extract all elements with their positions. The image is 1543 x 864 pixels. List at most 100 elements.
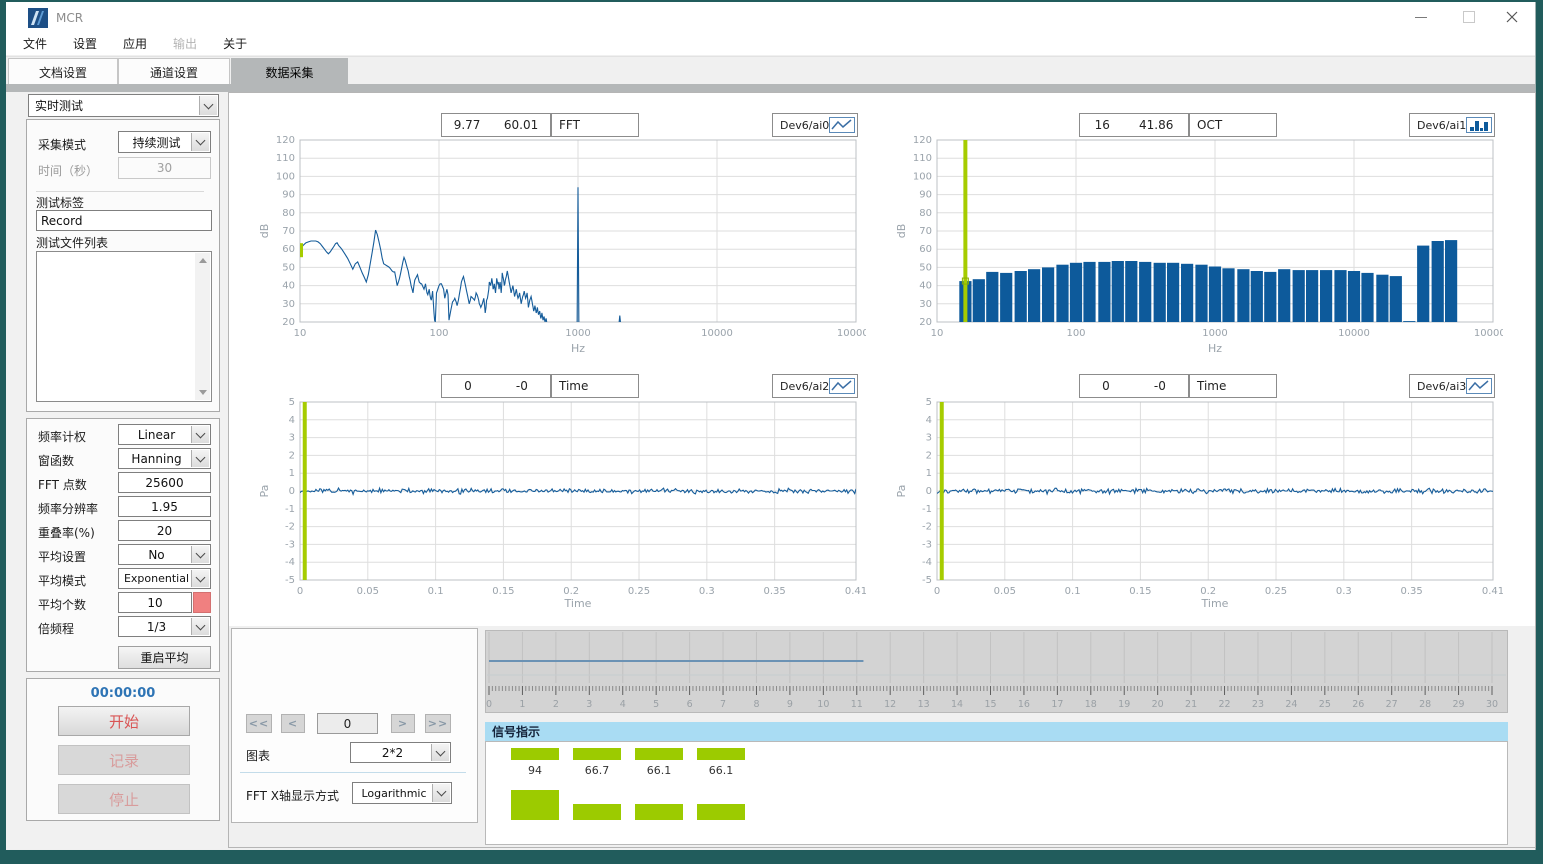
svg-text:1000: 1000 (565, 328, 590, 339)
minimize-button[interactable] (1398, 2, 1444, 32)
average-count-input[interactable] (118, 592, 192, 613)
chevron-down-icon (191, 133, 209, 151)
scroll-down-button[interactable] (195, 385, 210, 400)
tab-data-acquisition[interactable]: 数据采集 (231, 58, 348, 85)
acq-mode-label: 采集模式 (38, 136, 86, 153)
fft-cursor-readout: 9.7760.01 (441, 113, 551, 137)
svg-text:0.41: 0.41 (1482, 586, 1503, 597)
svg-text:60: 60 (919, 244, 932, 255)
maximize-button[interactable] (1446, 2, 1492, 32)
svg-text:27: 27 (1386, 699, 1398, 710)
fft-x-axis-label: FFT X轴显示方式 (246, 787, 339, 804)
time2-channel-box[interactable]: Dev6/ai2 (772, 374, 858, 398)
time-label: 时间（秒） (38, 162, 98, 179)
oct-channel-box[interactable]: Dev6/ai1 (1409, 113, 1495, 137)
svg-text:0.05: 0.05 (994, 586, 1016, 597)
nav-last-button[interactable]: >> (425, 714, 451, 733)
triangle-down-icon (199, 390, 207, 395)
restart-average-button[interactable]: 重启平均 (118, 646, 211, 669)
window-title: MCR (56, 11, 83, 25)
svg-text:120: 120 (276, 135, 295, 146)
svg-text:80: 80 (919, 208, 932, 219)
nav-separator (240, 772, 466, 773)
time-chart-ai3[interactable]: -5-4-3-2-101234500.050.10.150.20.250.30.… (893, 397, 1503, 619)
tab-channel-settings[interactable]: 通道设置 (118, 58, 230, 85)
chevron-down-icon (191, 570, 209, 587)
svg-text:0: 0 (289, 486, 295, 497)
fft-points-input[interactable] (118, 472, 211, 493)
svg-text:100: 100 (1066, 328, 1085, 339)
octave-select[interactable]: 1/3 (118, 616, 211, 637)
nav-next-button[interactable]: > (391, 714, 415, 733)
test-file-list[interactable] (36, 251, 212, 402)
svg-text:Pa: Pa (895, 485, 908, 498)
signal-level-value: 66.7 (573, 764, 621, 777)
svg-text:40: 40 (919, 281, 932, 292)
octave-chart[interactable]: 2030405060708090100110120101001000100001… (893, 135, 1503, 364)
time-chart-ai2[interactable]: -5-4-3-2-101234500.050.10.150.20.250.30.… (256, 397, 866, 619)
window-function-select[interactable]: Hanning (118, 448, 211, 469)
time3-channel-box[interactable]: Dev6/ai3 (1409, 374, 1495, 398)
fft-x-axis-select[interactable]: Logarithmic (352, 782, 452, 804)
fft-chart[interactable]: 2030405060708090100110120101001000100001… (256, 135, 866, 364)
application-root: MCR 文件 设置 应用 输出 关于 文档设置 通道设置 数据采集 实时测试 采… (0, 0, 1543, 864)
nav-first-button[interactable]: << (246, 714, 272, 733)
time2-title-box[interactable]: Time (551, 374, 639, 398)
svg-text:10: 10 (931, 328, 944, 339)
signal-indication-panel: 9466.766.166.1 (485, 741, 1508, 845)
signal-level-bar-bottom (697, 804, 745, 820)
svg-text:0: 0 (297, 586, 303, 597)
svg-text:50: 50 (282, 262, 295, 273)
scroll-up-button[interactable] (195, 253, 210, 268)
svg-text:Hz: Hz (1208, 342, 1222, 355)
average-setting-label: 平均设置 (38, 548, 86, 565)
svg-text:110: 110 (276, 153, 295, 164)
average-setting-select[interactable]: No (118, 544, 211, 565)
line-chart-icon (829, 117, 855, 133)
svg-text:60: 60 (282, 244, 295, 255)
page-counter[interactable]: 0 (317, 713, 378, 734)
record-timeline[interactable]: 0123456789101112131415161718192021222324… (485, 630, 1508, 713)
fft-title-box[interactable]: FFT (551, 113, 639, 137)
time3-cursor-readout: 0-0 (1079, 374, 1189, 398)
freq-resolution-input[interactable] (118, 496, 211, 517)
overlap-input[interactable] (118, 520, 211, 541)
test-mode-select[interactable]: 实时测试 (28, 94, 219, 117)
nav-prev-button[interactable]: < (281, 714, 305, 733)
line-chart-icon (1466, 378, 1492, 394)
time3-title-box[interactable]: Time (1189, 374, 1277, 398)
svg-text:dB: dB (895, 224, 908, 239)
menu-file[interactable]: 文件 (10, 31, 60, 56)
record-name-input[interactable] (36, 210, 212, 231)
svg-text:50: 50 (919, 262, 932, 273)
svg-text:100: 100 (429, 328, 448, 339)
fft-channel-box[interactable]: Dev6/ai0 (772, 113, 858, 137)
svg-text:100000: 100000 (1474, 328, 1503, 339)
svg-text:40: 40 (282, 281, 295, 292)
signal-level-value: 94 (511, 764, 559, 777)
menu-settings[interactable]: 设置 (60, 31, 110, 56)
average-mode-select[interactable]: Exponential (118, 568, 211, 589)
svg-text:5: 5 (926, 397, 932, 408)
close-button[interactable] (1489, 2, 1535, 32)
freq-weighting-select[interactable]: Linear (118, 424, 211, 445)
menu-application[interactable]: 应用 (110, 31, 160, 56)
svg-text:0.41: 0.41 (845, 586, 866, 597)
svg-text:3: 3 (289, 433, 295, 444)
svg-text:26: 26 (1352, 699, 1364, 710)
menu-about[interactable]: 关于 (210, 31, 260, 56)
acq-mode-select[interactable]: 持续测试 (118, 131, 211, 153)
svg-text:-1: -1 (922, 504, 932, 515)
elapsed-timer: 00:00:00 (26, 686, 220, 701)
svg-text:100000: 100000 (837, 328, 866, 339)
svg-text:10000: 10000 (701, 328, 733, 339)
chart-layout-select[interactable]: 2*2 (350, 742, 451, 763)
svg-text:20: 20 (282, 317, 295, 328)
svg-text:1: 1 (519, 699, 525, 710)
signal-channel: 66.7 (573, 742, 621, 846)
start-button[interactable]: 开始 (58, 706, 190, 736)
file-list-scrollbar[interactable] (195, 253, 210, 400)
oct-title-box[interactable]: OCT (1189, 113, 1277, 137)
signal-level-value: 66.1 (697, 764, 745, 777)
tab-document-settings[interactable]: 文档设置 (8, 58, 118, 85)
